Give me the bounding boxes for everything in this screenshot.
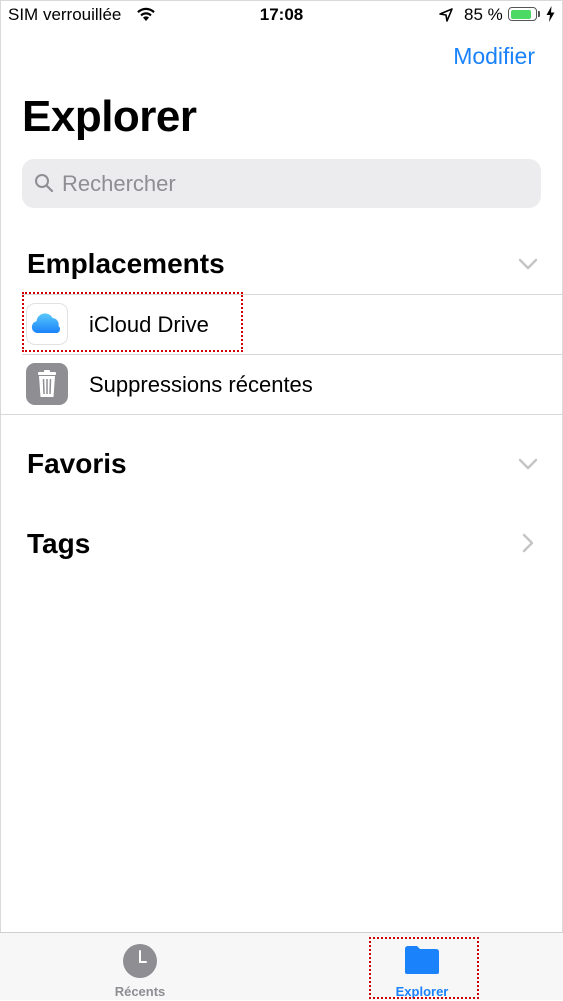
section-favorites-header[interactable]: Favoris — [27, 448, 127, 480]
screen-frame — [0, 0, 563, 1000]
section-tags-title: Tags — [27, 528, 91, 559]
tab-explorer[interactable]: Explorer — [372, 933, 472, 1001]
search-placeholder: Rechercher — [62, 171, 176, 196]
tab-label: Explorer — [395, 984, 449, 999]
chevron-down-icon[interactable] — [518, 257, 538, 276]
edit-button[interactable]: Modifier — [453, 43, 535, 70]
search-icon — [34, 173, 54, 198]
search-field[interactable]: Rechercher — [22, 159, 541, 208]
battery-fill — [510, 9, 531, 19]
section-favorites-title: Favoris — [27, 448, 127, 479]
battery-percent: 85 % — [464, 5, 503, 24]
folder-icon — [404, 945, 440, 980]
status-bar: SIM verrouillée 17:08 85 % — [0, 0, 563, 30]
location-arrow-icon — [438, 7, 454, 28]
trash-icon — [26, 363, 68, 405]
location-item-label: Suppressions récentes — [89, 372, 313, 397]
location-item-icloud-drive[interactable]: iCloud Drive — [0, 295, 563, 354]
chevron-right-icon[interactable] — [521, 533, 535, 558]
icloud-icon — [26, 303, 68, 345]
page-title: Explorer — [22, 92, 197, 141]
tab-bar: Récents Explorer — [0, 932, 563, 1000]
location-item-label: iCloud Drive — [89, 312, 209, 337]
tab-label: Récents — [114, 984, 166, 999]
battery-icon — [508, 7, 537, 21]
chevron-down-icon[interactable] — [518, 457, 538, 476]
charging-bolt-icon — [546, 6, 555, 27]
battery-tip — [538, 11, 540, 17]
tab-recents[interactable]: Récents — [90, 933, 190, 1001]
location-item-recently-deleted[interactable]: Suppressions récentes — [0, 355, 563, 414]
section-tags-header[interactable]: Tags — [27, 528, 90, 560]
divider — [0, 414, 563, 415]
section-locations-header[interactable]: Emplacements — [27, 248, 225, 280]
clock-icon — [122, 943, 158, 984]
section-locations-title: Emplacements — [27, 248, 225, 279]
